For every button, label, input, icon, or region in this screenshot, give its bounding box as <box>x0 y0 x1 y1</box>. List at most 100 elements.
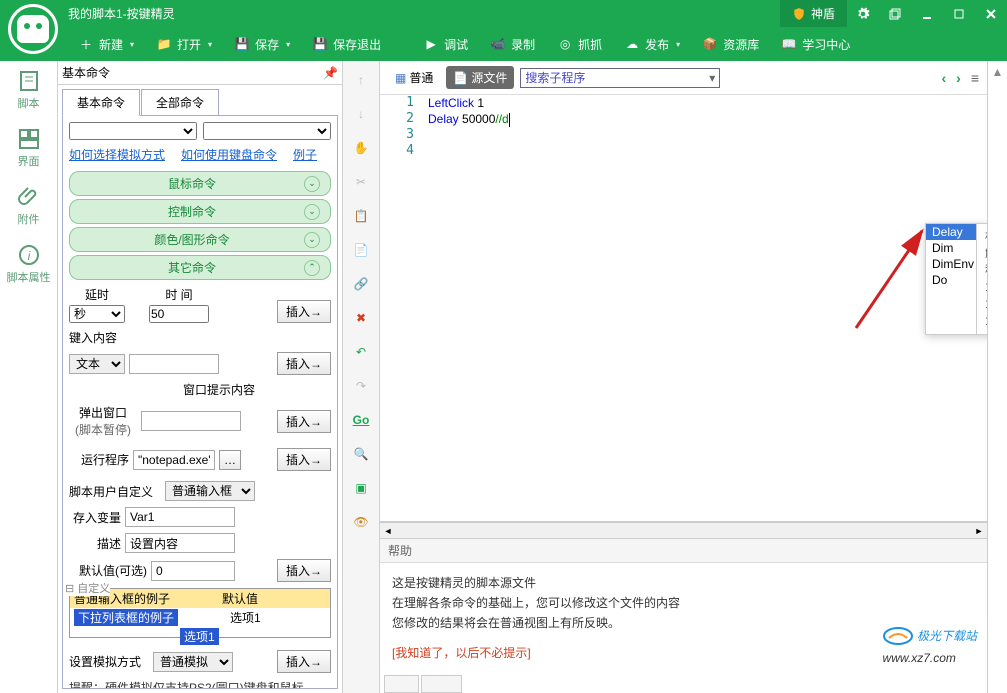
menu-record[interactable]: 📹录制 <box>480 32 545 57</box>
tool-box-icon[interactable]: ▣ <box>350 477 372 499</box>
popup-input[interactable] <box>141 411 241 431</box>
tool-go-icon[interactable]: Go <box>350 409 372 431</box>
nav-menu-icon[interactable]: ≡ <box>971 70 979 86</box>
tool-redo-icon[interactable]: ↷ <box>350 375 372 397</box>
popup-sub: (脚本暂停) <box>75 423 131 437</box>
help-line: 这是按键精灵的脚本源文件 <box>392 573 975 593</box>
intel-item-dimenv[interactable]: DimEnv <box>926 256 976 272</box>
intel-item-dim[interactable]: Dim <box>926 240 976 256</box>
menu-grab[interactable]: ◎抓抓 <box>547 32 612 57</box>
keycontent-label: 键入内容 <box>69 331 117 345</box>
save-exit-icon: 💾 <box>312 36 328 52</box>
menu-learn[interactable]: 📖学习中心 <box>771 32 860 57</box>
h-scrollbar[interactable]: ◄► <box>380 522 987 538</box>
insert-userdef[interactable]: 插入→ <box>277 559 331 582</box>
menu-publish[interactable]: ☁发布▾ <box>614 32 690 57</box>
acc-other[interactable]: 其它命令⌃ <box>69 255 331 280</box>
tool-link-icon[interactable]: 🔗 <box>350 273 372 295</box>
acc-control[interactable]: 控制命令⌄ <box>69 199 331 224</box>
menu-debug[interactable]: ▶调试 <box>413 32 478 57</box>
custom-tree[interactable]: ⊟ 自定义 普通输入框的例子默认值 下拉列表框的例子选项1 选项1 <box>69 588 331 638</box>
chevron-down-icon: ⌄ <box>304 204 320 220</box>
keycontent-type[interactable]: 文本 <box>69 354 125 374</box>
time-input[interactable] <box>149 305 209 323</box>
sim-sel[interactable]: 普通模拟 <box>153 652 233 672</box>
brand-watermark: 极光下载站www.xz7.com <box>883 624 977 668</box>
insert-keycontent[interactable]: 插入→ <box>277 352 331 375</box>
time-label: 时 间 <box>149 286 209 303</box>
tool-paste-icon[interactable]: 📄 <box>350 239 372 261</box>
savevar-input[interactable] <box>125 507 235 527</box>
left-sidebar: 脚本 界面 附件 i脚本属性 <box>0 61 58 693</box>
link-example[interactable]: 例子 <box>293 146 317 163</box>
tool-copy-icon[interactable]: 📋 <box>350 205 372 227</box>
view-normal[interactable]: ▦普通 <box>388 66 440 89</box>
tool-down-icon[interactable]: ↓ <box>350 103 372 125</box>
target-icon: ◎ <box>557 36 573 52</box>
link-keyboard[interactable]: 如何使用键盘命令 <box>181 146 277 163</box>
sidebar-attach[interactable]: 附件 <box>0 177 57 235</box>
tool-undo-icon[interactable]: ↶ <box>350 341 372 363</box>
annotation-arrow <box>854 223 934 333</box>
sidebar-props[interactable]: i脚本属性 <box>0 235 57 293</box>
topmenu: ＋新建▾ 📁打开▾ 💾保存▾ 💾保存退出 ▶调试 📹录制 ◎抓抓 ☁发布▾ 📦资… <box>0 27 1007 61</box>
window-title: 我的脚本1-按键精灵 <box>68 5 175 22</box>
acc-color[interactable]: 颜色/图形命令⌄ <box>69 227 331 252</box>
help-dismiss[interactable]: [我知道了，以后不必提示] <box>392 646 531 660</box>
tool-bug-icon[interactable]: ✖ <box>350 307 372 329</box>
sidebar-script[interactable]: 脚本 <box>0 61 57 119</box>
play-icon: ▶ <box>423 36 439 52</box>
insert-sim[interactable]: 插入→ <box>277 650 331 673</box>
menu-open[interactable]: 📁打开▾ <box>146 32 222 57</box>
insert-delay[interactable]: 插入→ <box>277 300 331 323</box>
insert-run[interactable]: 插入→ <box>277 448 331 471</box>
chevron-up-icon: ⌃ <box>304 260 320 276</box>
run-input[interactable] <box>133 450 215 470</box>
pin-icon[interactable]: 📌 <box>323 66 338 80</box>
tool-cut-icon[interactable]: ✂ <box>350 171 372 193</box>
delay-unit[interactable]: 秒 <box>69 305 125 323</box>
code-editor[interactable]: 1234 LeftClick 1 Delay 50000//d Delay Di… <box>380 95 987 522</box>
settings-icon[interactable] <box>847 0 879 27</box>
bottom-tab-1[interactable] <box>384 675 419 693</box>
nav-prev-icon[interactable]: ‹ <box>941 70 946 86</box>
view-source[interactable]: 📄源文件 <box>446 66 514 89</box>
maximize-icon[interactable] <box>943 0 975 27</box>
browse-button[interactable]: … <box>219 450 241 470</box>
link-sim-mode[interactable]: 如何选择模拟方式 <box>69 146 165 163</box>
cmd-combo-2[interactable] <box>203 122 331 140</box>
acc-mouse[interactable]: 鼠标命令⌄ <box>69 171 331 196</box>
search-subroutine[interactable]: 搜索子程序▾ <box>520 68 720 88</box>
intellisense-desc: 格式：Delay (延时) 解释：脚本暂停执行一段时间。(延时)里面填写"毫秒"… <box>976 224 987 334</box>
cmd-combo-1[interactable] <box>69 122 197 140</box>
minimize-icon[interactable] <box>911 0 943 27</box>
sidebar-ui[interactable]: 界面 <box>0 119 57 177</box>
app-logo <box>8 4 58 54</box>
keycontent-input[interactable] <box>129 354 219 374</box>
menu-save-exit[interactable]: 💾保存退出 <box>302 32 391 57</box>
intel-item-delay[interactable]: Delay <box>926 224 976 240</box>
nav-next-icon[interactable]: › <box>956 70 961 86</box>
intellisense-list[interactable]: Delay Dim DimEnv Do <box>926 224 976 334</box>
rail-up-icon[interactable]: ▲ <box>989 63 1007 81</box>
savevar-label: 存入变量 <box>69 509 121 526</box>
menu-resources[interactable]: 📦资源库 <box>692 32 769 57</box>
intel-item-do[interactable]: Do <box>926 272 976 288</box>
close-icon[interactable] <box>975 0 1007 27</box>
userdef-sel[interactable]: 普通输入框 <box>165 481 255 501</box>
menu-save[interactable]: 💾保存▾ <box>224 32 300 57</box>
tab-basic[interactable]: 基本命令 <box>62 89 140 116</box>
menu-new[interactable]: ＋新建▾ <box>68 32 144 57</box>
tool-up-icon[interactable]: ↑ <box>350 69 372 91</box>
insert-popup[interactable]: 插入→ <box>277 410 331 433</box>
bottom-tab-2[interactable] <box>421 675 462 693</box>
tool-hand-icon[interactable]: ✋ <box>350 137 372 159</box>
tool-eye-icon[interactable]: 👁 <box>350 511 372 533</box>
tab-all[interactable]: 全部命令 <box>141 89 219 116</box>
popup-hint-label: 窗口提示内容 <box>183 383 255 397</box>
restore-icon[interactable] <box>879 0 911 27</box>
desc-input[interactable] <box>125 533 235 553</box>
shield-button[interactable]: 神盾 <box>780 0 847 27</box>
defval-input[interactable] <box>151 561 235 581</box>
tool-find-icon[interactable]: 🔍 <box>350 443 372 465</box>
